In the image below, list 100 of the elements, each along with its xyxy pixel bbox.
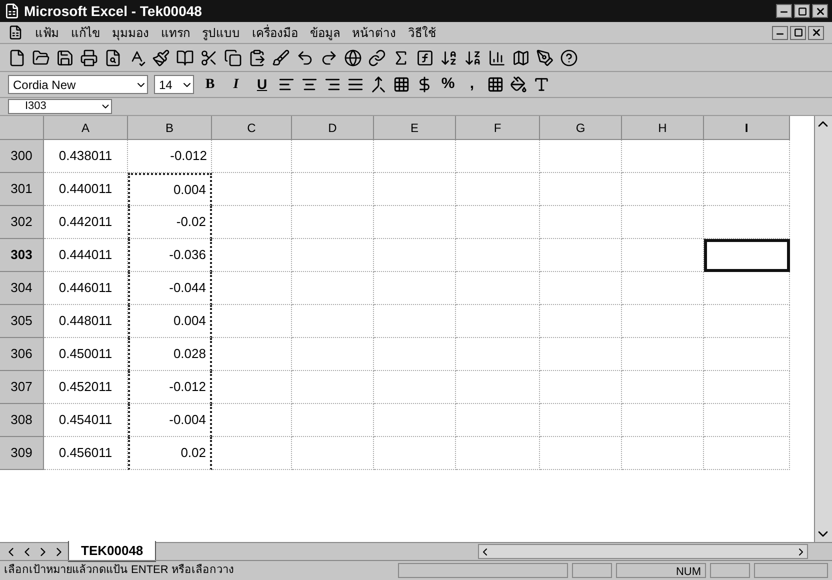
row-header[interactable]: 303 <box>0 239 44 272</box>
justify-icon[interactable] <box>347 76 364 93</box>
row-header[interactable]: 302 <box>0 206 44 239</box>
table-icon[interactable] <box>393 76 410 93</box>
vertical-scrollbar[interactable] <box>814 116 832 542</box>
close-button[interactable] <box>812 4 828 18</box>
restore-icon <box>794 28 802 37</box>
minimize-button[interactable] <box>776 4 792 18</box>
table-cell: 0.02 <box>128 437 212 470</box>
table-cell: 0.448011 <box>44 305 128 338</box>
globe-icon[interactable] <box>344 48 362 66</box>
row-header[interactable]: 307 <box>0 371 44 404</box>
row-header[interactable]: 304 <box>0 272 44 305</box>
table-cell: 0.450011 <box>44 338 128 371</box>
redo-icon[interactable] <box>320 48 338 66</box>
column-header[interactable]: I <box>704 116 790 140</box>
sort-ascending-icon[interactable] <box>440 48 458 66</box>
number-format-button[interactable]: % <box>439 73 457 96</box>
open-folder-icon[interactable] <box>32 48 50 66</box>
restore-button[interactable] <box>790 26 806 40</box>
restore-button[interactable] <box>794 4 810 18</box>
align-center-icon[interactable] <box>301 76 318 93</box>
column-header[interactable]: A <box>44 116 128 140</box>
font-color-icon[interactable] <box>533 76 550 93</box>
table-cell: 0.442011 <box>44 206 128 239</box>
menu-item[interactable]: มุมมอง <box>112 24 149 42</box>
horizontal-scrollbar[interactable] <box>478 544 808 559</box>
link-icon[interactable] <box>368 48 386 66</box>
minimize-button[interactable] <box>772 26 788 40</box>
scissors-icon[interactable] <box>200 48 218 66</box>
column-header[interactable]: B <box>128 116 212 140</box>
align-right-icon[interactable] <box>324 76 341 93</box>
table-cell: -0.02 <box>128 206 212 239</box>
status-panel <box>710 563 750 578</box>
row-header[interactable]: 300 <box>0 140 44 173</box>
sheet-tab[interactable]: TEK00048 <box>68 541 156 562</box>
format-painter-icon[interactable] <box>152 48 170 66</box>
row-header[interactable]: 309 <box>0 437 44 470</box>
fill-color-icon[interactable] <box>510 76 527 93</box>
table-cell: 0.452011 <box>44 371 128 404</box>
menu-item[interactable]: เครื่องมือ <box>252 24 298 42</box>
table-cell: 0.444011 <box>44 239 128 272</box>
table-cell: 0.440011 <box>44 173 128 206</box>
font-size-dropdown[interactable]: 14 <box>154 75 194 94</box>
book-icon[interactable] <box>176 48 194 66</box>
menu-item[interactable]: หน้าต่าง <box>352 24 396 42</box>
chart-icon[interactable] <box>488 48 506 66</box>
restore-icon <box>798 6 806 16</box>
style-button[interactable]: U <box>252 74 272 95</box>
table-cell: -0.044 <box>128 272 212 305</box>
table-cell: 0.028 <box>128 338 212 371</box>
menu-item[interactable]: แก้ไข <box>71 24 100 42</box>
copy-icon[interactable] <box>224 48 242 66</box>
menu-item[interactable]: วิธีใช้ <box>408 24 436 42</box>
column-header[interactable]: D <box>292 116 374 140</box>
column-header[interactable]: E <box>374 116 456 140</box>
table-cell: 0.004 <box>128 305 212 338</box>
table-cell: -0.012 <box>128 140 212 173</box>
row-header[interactable]: 305 <box>0 305 44 338</box>
column-header[interactable]: G <box>540 116 622 140</box>
name-box[interactable]: I303 <box>8 99 112 114</box>
menu-item[interactable]: ข้อมูล <box>310 24 340 42</box>
status-panel <box>572 563 612 578</box>
new-file-icon[interactable] <box>8 48 26 66</box>
pen-icon[interactable] <box>536 48 554 66</box>
workbook-icon[interactable] <box>8 25 23 40</box>
function-icon[interactable] <box>416 48 434 66</box>
menu-item[interactable]: แทรก <box>161 24 190 42</box>
style-button[interactable]: B <box>200 74 220 95</box>
help-icon[interactable] <box>560 48 578 66</box>
column-header[interactable]: F <box>456 116 540 140</box>
row-header[interactable]: 308 <box>0 404 44 437</box>
table-cell: 0.456011 <box>44 437 128 470</box>
table-cell: -0.036 <box>128 239 212 272</box>
column-header[interactable]: H <box>622 116 704 140</box>
window-title: Microsoft Excel - Tek00048 <box>24 2 202 20</box>
undo-icon[interactable] <box>296 48 314 66</box>
brush-icon[interactable] <box>272 48 290 66</box>
font-dropdown[interactable]: Cordia New <box>8 75 148 94</box>
print-preview-icon[interactable] <box>104 48 122 66</box>
borders-icon[interactable] <box>487 76 504 93</box>
merge-icon[interactable] <box>370 76 387 93</box>
table-cell: 0.446011 <box>44 272 128 305</box>
save-icon[interactable] <box>56 48 74 66</box>
menu-item[interactable]: แฟ้ม <box>35 24 59 42</box>
table-cell: -0.012 <box>128 371 212 404</box>
table-cell: 0.454011 <box>44 404 128 437</box>
align-left-icon[interactable] <box>278 76 295 93</box>
row-header[interactable]: 306 <box>0 338 44 371</box>
printer-icon[interactable] <box>80 48 98 66</box>
number-format-button[interactable]: , <box>463 73 481 96</box>
row-header[interactable]: 301 <box>0 173 44 206</box>
close-button[interactable] <box>808 26 824 40</box>
map-icon[interactable] <box>512 48 530 66</box>
paste-icon[interactable] <box>248 48 266 66</box>
style-button[interactable]: I <box>226 74 246 95</box>
column-header[interactable]: C <box>212 116 292 140</box>
num-lock-indicator: NUM <box>616 563 706 578</box>
menu-item[interactable]: รูปแบบ <box>202 24 240 42</box>
sort-descending-icon[interactable] <box>464 48 482 66</box>
